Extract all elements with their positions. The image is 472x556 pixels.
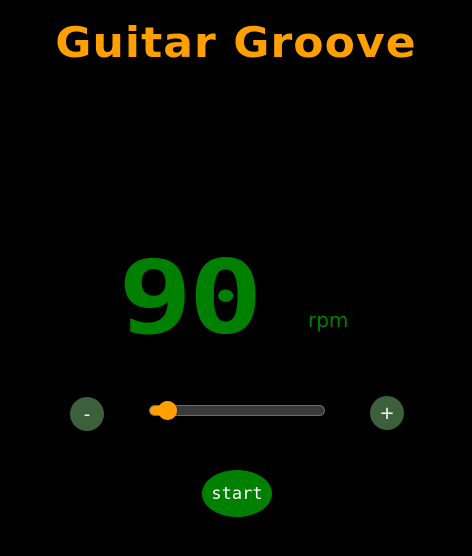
increase-tempo-button[interactable]: + bbox=[370, 396, 404, 430]
tempo-slider-thumb[interactable] bbox=[158, 401, 178, 420]
app-title: Guitar Groove bbox=[55, 18, 417, 67]
tempo-value: 90 bbox=[118, 237, 263, 357]
decrease-tempo-button[interactable]: - bbox=[70, 397, 104, 431]
tempo-unit: rpm bbox=[308, 308, 349, 332]
start-button[interactable]: start bbox=[202, 470, 272, 517]
tempo-slider[interactable] bbox=[149, 401, 325, 420]
metronome-app: Guitar Groove 90 rpm - + start bbox=[0, 0, 472, 556]
tempo-display: 90 rpm bbox=[118, 228, 348, 347]
